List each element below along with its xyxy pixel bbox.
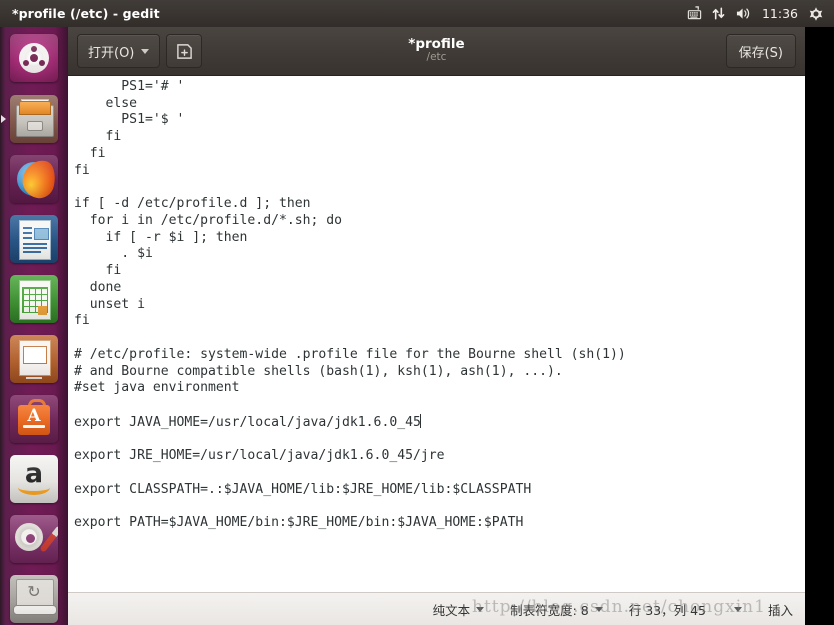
gear-wrench-icon [10,515,58,563]
chevron-down-icon [733,606,742,612]
editor-viewport[interactable]: if [ `id -u` -eq 0 ]; then PS1='# ' else… [68,76,805,592]
save-as-button[interactable] [166,34,203,68]
launcher-libreoffice-writer[interactable] [0,209,68,269]
launcher-software-updater[interactable]: ↻ [0,569,68,625]
network-transfer-icon[interactable] [711,4,726,24]
unity-launcher: A a ↻ [0,27,68,625]
gedit-headerbar: 打开(O) *profile /etc 保存(S) [68,27,805,76]
panel-indicator-area: 11:36 [687,4,834,24]
window-document-path: /etc [426,51,447,64]
panel-clock[interactable]: 11:36 [761,6,799,21]
gedit-window: 打开(O) *profile /etc 保存(S) if [ `id -u` -… [68,27,805,625]
launcher-libreoffice-calc[interactable] [0,269,68,329]
text-cursor [420,413,422,428]
open-button[interactable]: 打开(O) [77,34,161,68]
document-icon [10,215,58,263]
chevron-down-icon [594,606,603,612]
cursor-position-selector[interactable]: 行 33，列 45 [616,593,755,625]
tab-width-selector[interactable]: 制表符宽度: 8 [497,593,616,625]
launcher-files[interactable] [0,89,68,149]
window-document-title: *profile [408,36,465,53]
presentation-icon [10,335,58,383]
text-editor[interactable]: if [ `id -u` -eq 0 ]; then PS1='# ' else… [68,76,805,532]
volume-icon[interactable] [735,4,752,24]
open-button-label: 打开(O) [88,45,135,61]
save-button-label: 保存(S) [738,45,783,61]
launcher-amazon[interactable]: a [0,449,68,509]
tab-width-label: 制表符宽度: 8 [510,602,589,618]
language-label: 纯文本 [432,602,471,618]
cursor-position-label: 行 33，列 45 [628,602,706,618]
editor-scrollbar[interactable] [799,76,805,592]
ubuntu-logo-icon [10,34,58,82]
editor-text-before-cursor: if [ `id -u` -eq 0 ]; then PS1='# ' else… [74,76,626,430]
launcher-ubuntu-dash[interactable] [0,27,68,89]
insert-mode-indicator[interactable]: 插入 [755,593,797,625]
language-selector[interactable]: 纯文本 [420,593,498,625]
save-as-icon [177,43,192,59]
launcher-software-center[interactable]: A [0,389,68,449]
firefox-icon [10,155,58,203]
file-cabinet-icon [10,95,58,143]
launcher-firefox[interactable] [0,149,68,209]
panel-window-title: *profile (/etc) - gedit [12,6,160,21]
amazon-icon: a [10,455,58,503]
editor-text-after-cursor: export JRE_HOME=/usr/local/java/jdk1.6.0… [74,448,532,531]
system-menu-gear-icon[interactable] [808,4,824,24]
chevron-down-icon [141,48,150,54]
save-button[interactable]: 保存(S) [725,34,796,68]
chevron-down-icon [476,606,485,612]
insert-mode-label: 插入 [767,602,793,618]
gedit-statusbar: 纯文本 制表符宽度: 8 行 33，列 45 插入 [68,592,805,625]
shopping-bag-icon: A [10,395,58,443]
launcher-libreoffice-impress[interactable] [0,329,68,389]
top-panel: *profile (/etc) - gedit 11:36 [0,0,834,27]
updater-icon: ↻ [10,575,58,623]
keyboard-input-icon[interactable] [687,4,702,24]
spreadsheet-icon [10,275,58,323]
launcher-system-settings[interactable] [0,509,68,569]
running-app-arrow-icon [1,115,6,123]
